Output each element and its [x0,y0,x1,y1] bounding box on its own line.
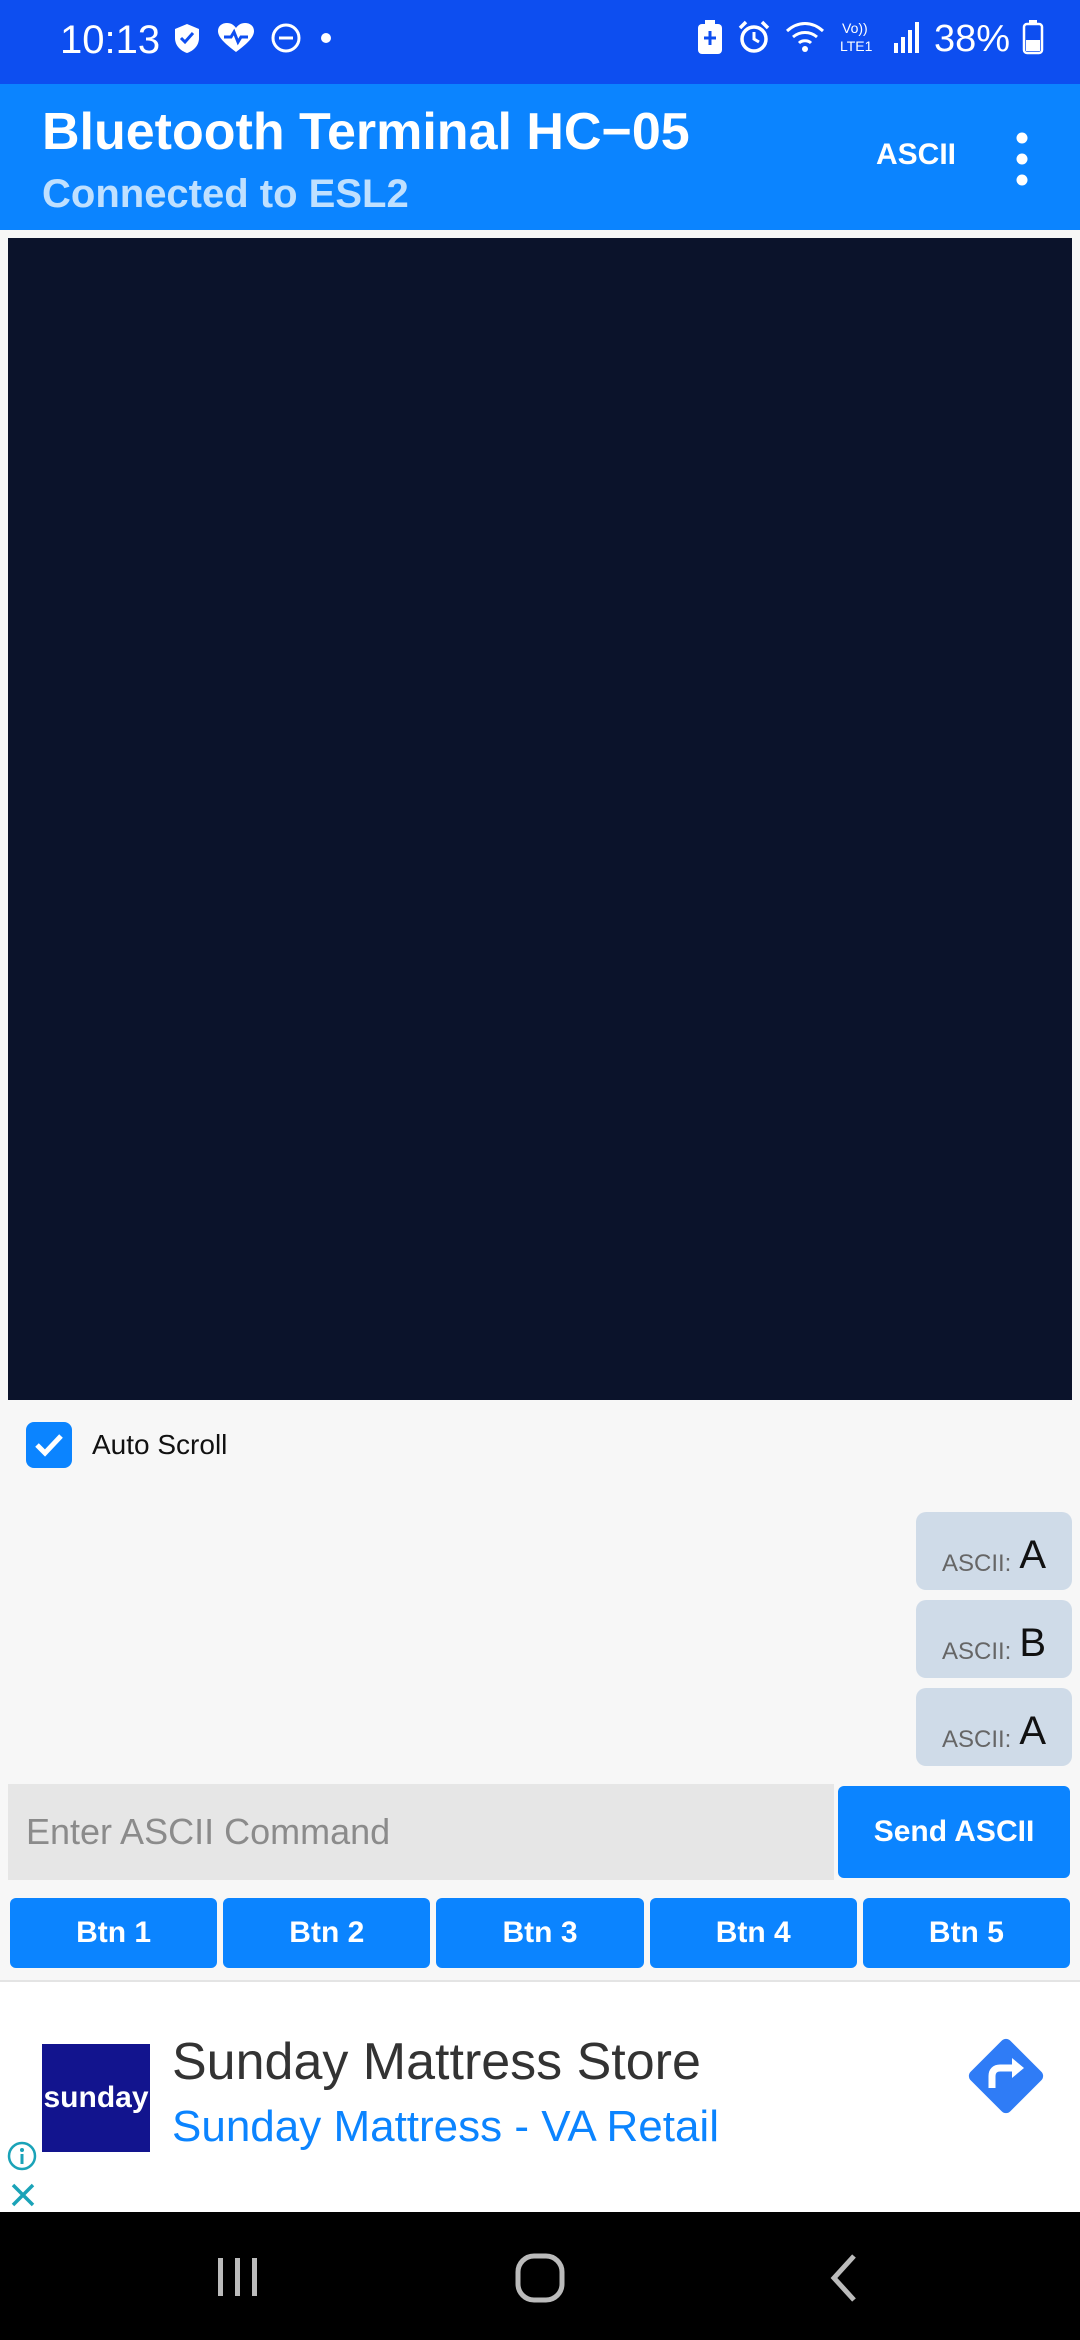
shield-icon [172,22,202,59]
send-ascii-button[interactable]: Send ASCII [838,1786,1070,1878]
ascii-command-input[interactable] [8,1784,834,1880]
ad-info-icon[interactable] [6,2140,38,2172]
home-icon[interactable] [514,2252,566,2309]
status-left-icons [172,22,336,59]
back-icon[interactable] [826,2252,862,2309]
heart-icon [216,22,256,59]
history-value: B [1019,1621,1047,1665]
svg-text:LTE1: LTE1 [840,38,873,54]
auto-scroll-checkbox[interactable] [26,1422,72,1468]
recents-icon[interactable] [214,2254,262,2305]
macro-button-row: Btn 1 Btn 2 Btn 3 Btn 4 Btn 5 [10,1898,1071,1968]
battery-saver-icon [696,19,724,60]
ad-title[interactable]: Sunday Mattress Store [172,2032,701,2092]
connection-status: Connected to ESL2 [42,172,409,216]
macro-button-3[interactable]: Btn 3 [436,1898,644,1968]
more-options-icon[interactable] [1004,124,1040,194]
history-value: A [1019,1533,1047,1577]
ascii-mode-button[interactable]: ASCII [876,138,956,172]
history-prefix: ASCII: [941,1726,1012,1753]
status-time: 10:13 [60,18,161,62]
dnd-icon [270,22,302,59]
macro-button-2[interactable]: Btn 2 [223,1898,431,1968]
history-item[interactable]: ASCII: B [916,1600,1072,1678]
checkmark-icon [35,1434,63,1457]
navigation-bar [0,2212,1080,2340]
signal-icon [892,19,922,60]
history-item[interactable]: ASCII: A [916,1688,1072,1766]
history-prefix: ASCII: [941,1638,1012,1665]
app-title: Bluetooth Terminal HC−05 [42,103,690,161]
macro-button-5[interactable]: Btn 5 [862,1898,1071,1968]
alarm-icon [736,19,772,60]
ad-banner[interactable]: sunday Sunday Mattress Store Sunday Matt… [0,1980,1080,2214]
battery-icon [1022,19,1044,60]
macro-button-4[interactable]: Btn 4 [649,1898,857,1968]
history-prefix: ASCII: [941,1550,1012,1577]
sent-history: ASCII: A ASCII: B ASCII: A [916,1512,1072,1776]
status-bar: 10:13 Vo)) LTE1 38% [0,0,1080,84]
auto-scroll-option[interactable]: Auto Scroll [26,1420,227,1470]
wifi-icon [784,19,826,60]
status-right-icons: Vo)) LTE1 38% [696,18,1044,61]
ad-subtitle[interactable]: Sunday Mattress - VA Retail [172,2102,719,2152]
directions-icon[interactable] [958,2028,1054,2124]
app-bar: Bluetooth Terminal HC−05 Connected to ES… [0,84,1080,230]
ad-logo: sunday [42,2044,150,2152]
battery-percent: 38% [933,18,1010,60]
ad-close-icon[interactable] [8,2180,38,2210]
dot-icon [316,22,336,59]
auto-scroll-label: Auto Scroll [92,1429,228,1460]
terminal-output[interactable] [8,238,1072,1400]
history-value: A [1019,1709,1047,1753]
svg-text:Vo)): Vo)) [842,20,868,36]
history-item[interactable]: ASCII: A [916,1512,1072,1590]
volte-icon: Vo)) LTE1 [838,19,880,60]
macro-button-1[interactable]: Btn 1 [10,1898,218,1968]
